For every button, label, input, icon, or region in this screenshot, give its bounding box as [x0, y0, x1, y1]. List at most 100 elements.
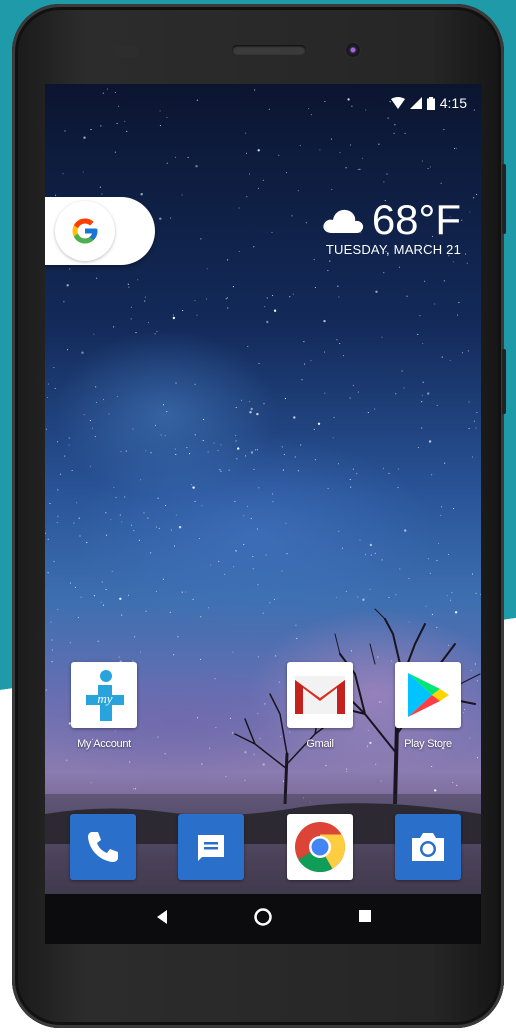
home-button[interactable]: [253, 907, 273, 932]
star: [129, 761, 131, 763]
star: [323, 319, 326, 323]
star: [218, 560, 220, 562]
star: [313, 428, 315, 431]
star: [175, 453, 177, 456]
star: [271, 231, 273, 234]
star: [436, 404, 438, 407]
star: [201, 505, 203, 507]
star: [406, 295, 408, 297]
app-gmail[interactable]: Gmail: [280, 662, 360, 750]
star: [245, 132, 247, 134]
star: [297, 190, 299, 192]
star: [68, 437, 70, 439]
google-search-widget[interactable]: [45, 197, 155, 265]
star: [145, 610, 147, 612]
app-play-store[interactable]: Play Store: [388, 662, 468, 750]
star: [393, 132, 395, 134]
star: [467, 350, 469, 352]
weather-widget[interactable]: 68°F TUESDAY, MARCH 21: [322, 196, 461, 257]
star: [196, 99, 198, 101]
star: [174, 448, 176, 450]
star: [450, 599, 452, 601]
star: [90, 129, 92, 131]
recents-button[interactable]: [358, 909, 372, 928]
star: [245, 152, 248, 154]
star: [381, 559, 383, 561]
star: [111, 570, 113, 572]
star: [46, 396, 49, 398]
star: [177, 636, 179, 638]
star: [121, 521, 123, 523]
star: [166, 116, 168, 119]
star: [114, 151, 116, 153]
play-store-icon: [395, 662, 461, 728]
star: [352, 468, 354, 470]
star: [339, 342, 341, 345]
star: [444, 462, 446, 464]
star: [448, 553, 450, 556]
star: [64, 455, 66, 457]
star: [362, 598, 365, 601]
google-button[interactable]: [55, 201, 115, 261]
star: [53, 366, 55, 369]
star: [272, 501, 274, 503]
phone-icon[interactable]: [70, 814, 136, 880]
star: [436, 560, 438, 562]
star: [133, 530, 135, 532]
star: [468, 401, 470, 403]
phone-screen: 4:15 68°F TUESDAY, MARCH 21 my My Accoun…: [45, 84, 481, 944]
star: [264, 306, 266, 308]
star: [159, 217, 162, 220]
star: [115, 496, 117, 499]
star: [55, 194, 57, 196]
back-button[interactable]: [155, 909, 169, 930]
star: [323, 351, 326, 353]
star: [359, 168, 361, 170]
star: [451, 591, 453, 593]
star: [381, 336, 383, 338]
star: [252, 568, 254, 570]
star: [473, 197, 475, 199]
star: [108, 413, 110, 415]
star: [429, 572, 431, 574]
star: [49, 502, 51, 505]
star: [341, 547, 344, 549]
star: [282, 469, 284, 471]
star: [154, 333, 156, 335]
star: [337, 463, 339, 465]
star: [331, 189, 333, 191]
chrome-icon[interactable]: [287, 814, 353, 880]
star: [365, 109, 367, 111]
star: [250, 407, 253, 411]
star: [253, 246, 255, 248]
star: [250, 451, 254, 454]
star: [458, 302, 460, 304]
star: [106, 534, 108, 536]
earpiece-speaker: [232, 45, 306, 55]
star: [303, 341, 305, 343]
star: [106, 88, 108, 90]
camera-icon[interactable]: [395, 814, 461, 880]
app-my-account[interactable]: my My Account: [64, 662, 144, 750]
star: [57, 608, 59, 610]
star: [134, 636, 136, 638]
power-button: [502, 349, 506, 414]
star: [200, 238, 202, 240]
navigation-bar: [45, 894, 481, 944]
star: [310, 114, 312, 116]
star: [181, 591, 183, 593]
star: [427, 558, 429, 560]
star: [265, 554, 267, 556]
star: [145, 450, 147, 452]
svg-text:my: my: [97, 691, 112, 706]
star: [68, 444, 70, 446]
star: [187, 156, 189, 158]
star: [367, 411, 369, 414]
star: [246, 196, 248, 198]
star: [281, 446, 283, 448]
star: [350, 144, 352, 146]
app-label: Gmail: [306, 738, 334, 750]
star: [105, 512, 107, 514]
messages-icon[interactable]: [178, 814, 244, 880]
star: [434, 303, 436, 305]
